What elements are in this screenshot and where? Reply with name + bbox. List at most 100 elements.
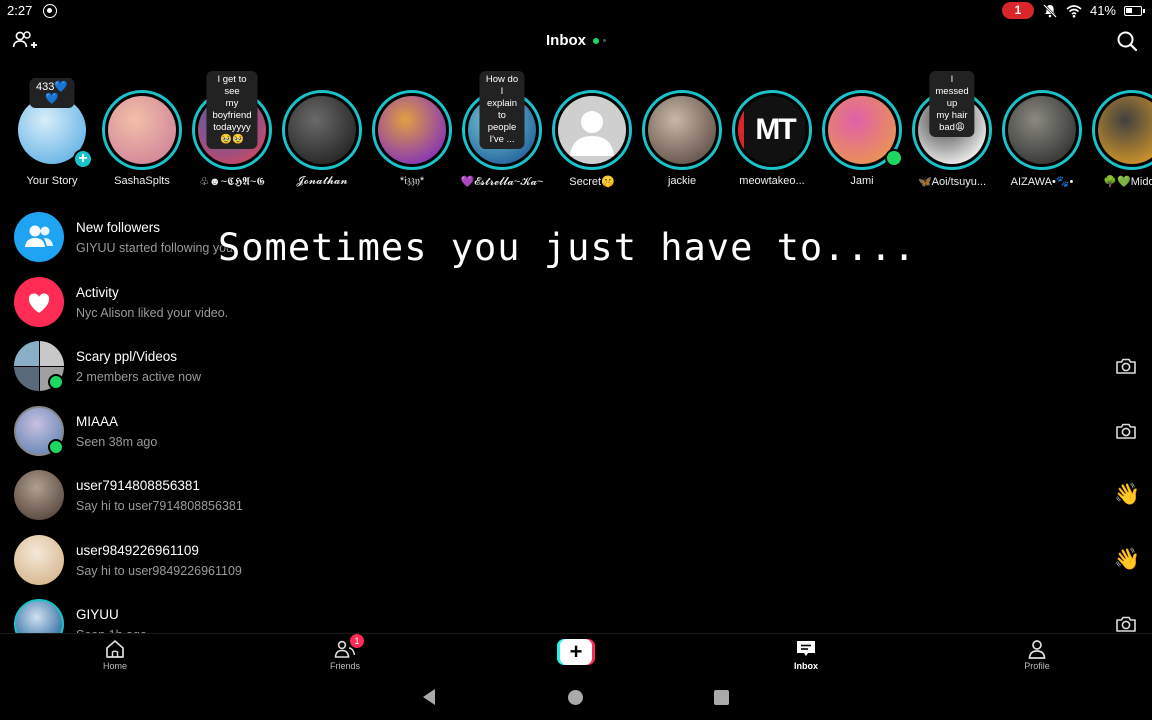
story-item[interactable]: 🌳💚Midori — [1087, 70, 1152, 190]
story-item[interactable]: I get to see my boyfriend todayyyy🥹🥹 ♧☻~𝕮… — [187, 70, 277, 190]
online-indicator — [885, 149, 903, 167]
row-title: New followers — [76, 220, 161, 235]
friends-icon-wrap: 1 — [334, 634, 364, 660]
online-indicator — [48, 374, 64, 390]
row-title: MIAAA — [76, 413, 119, 429]
story-item[interactable]: Secret🤫 — [547, 70, 637, 190]
nav-inbox[interactable]: Inbox — [766, 638, 846, 674]
inbox-row[interactable]: user7914808856381 Say hi to user791480885… — [0, 463, 1152, 527]
row-title: Scary ppl/Videos — [76, 349, 178, 364]
story-avatar — [1008, 96, 1076, 164]
status-dot-secondary — [603, 39, 606, 42]
story-item[interactable]: 433💙💙 + Your Story — [7, 70, 97, 190]
inbox-list: New followers GIYUU started following you… — [0, 205, 1152, 633]
story-item[interactable]: I messed up my hair bad😩 🦋Aoi/tsuyu... — [907, 70, 997, 190]
story-item[interactable]: MT meowtakeo... — [727, 70, 817, 190]
friends-badge: 1 — [350, 634, 364, 648]
row-title: user9849226961109 — [76, 542, 199, 558]
recents-icon[interactable] — [714, 690, 729, 705]
story-ring — [282, 90, 362, 170]
row-subtitle: Nyc Alison liked your video. — [76, 305, 229, 320]
inbox-row[interactable]: GIYUUSeen 1h ago — [0, 592, 1152, 633]
back-icon[interactable] — [423, 689, 435, 705]
story-username: Secret🤫 — [569, 176, 615, 188]
story-item[interactable]: Jami — [817, 70, 907, 190]
row-subtitle: Say hi to user9849226961109 — [76, 563, 242, 578]
story-username: *𝔦𝔷𝔷𝔶* — [399, 175, 425, 187]
create-button[interactable]: + — [557, 639, 595, 665]
story-note-bubble[interactable]: I get to see my boyfriend todayyyy🥹🥹 — [206, 71, 258, 149]
story-item[interactable]: How do I explain to people I've ... 💜𝓔𝓼𝓽𝓻… — [457, 70, 547, 190]
story-ring: MT — [732, 90, 812, 170]
status-bar: 2:27 1 41% — [0, 0, 1152, 22]
story-avatar — [558, 96, 626, 164]
row-subtitle: Say hi to user7914808856381 — [76, 499, 243, 513]
story-item[interactable]: AIZAWA•🐾• — [997, 70, 1087, 190]
user-avatar — [14, 470, 64, 520]
row-subtitle: 2 members active now — [76, 370, 202, 384]
search-icon[interactable] — [1116, 30, 1138, 52]
camera-icon[interactable] — [1114, 419, 1138, 443]
story-note-bubble[interactable]: I messed up my hair bad😩 — [929, 71, 975, 137]
battery-icon — [1124, 5, 1145, 16]
row-title: user7914808856381 — [76, 478, 200, 493]
inbox-row[interactable]: Activity Nyc Alison liked your video. — [0, 270, 1152, 334]
status-time: 2:27 — [7, 3, 33, 18]
story-item[interactable]: jackie — [637, 70, 727, 190]
inbox-row[interactable]: user9849226961109 Say hi to user984922696… — [0, 528, 1152, 592]
nav-home[interactable]: Home — [75, 638, 155, 674]
story-item[interactable]: 𝓙𝓸𝓷𝓪𝓽𝓱𝓪𝓷 — [277, 70, 367, 190]
stories-row: 433💙💙 + Your Story SashaSplts I get to see m… — [0, 70, 1152, 195]
story-avatar — [108, 96, 176, 164]
row-subtitle: Seen 38m ago — [76, 434, 158, 449]
story-note-bubble[interactable]: How do I explain to people I've ... — [479, 71, 525, 149]
nav-home-label: Home — [102, 661, 127, 671]
plus-icon: + — [560, 639, 592, 665]
story-item[interactable]: SashaSplts — [97, 70, 187, 190]
activity-heart-icon — [14, 276, 64, 327]
nav-profile-label: Profile — [1024, 661, 1050, 671]
nav-friends-label: Friends — [329, 661, 360, 671]
mute-bell-icon — [1043, 3, 1057, 18]
story-note-bubble[interactable]: 433💙💙 — [29, 78, 75, 108]
wave-icon[interactable]: 👋 — [1114, 483, 1140, 507]
story-username: jackie — [667, 175, 697, 187]
nav-profile[interactable]: Profile — [997, 638, 1077, 674]
story-username: 🦋Aoi/tsuyu... — [917, 176, 987, 188]
inbox-row[interactable]: MIAAA Seen 38m ago — [0, 399, 1152, 463]
story-ring — [642, 90, 722, 170]
story-ring — [372, 90, 452, 170]
story-username: ♧☻~𝕮𝕳𝕬~𝕲 — [199, 176, 265, 188]
row-title: Activity — [76, 284, 119, 300]
story-username: SashaSplts — [114, 175, 170, 187]
story-username: AIZAWA•🐾• — [1010, 176, 1074, 188]
online-status-dot[interactable] — [593, 37, 599, 44]
inbox-row[interactable]: Scary ppl/Videos 2 members active now — [0, 334, 1152, 398]
row-title: GIYUU — [76, 607, 119, 622]
user-avatar — [14, 534, 64, 585]
camera-icon[interactable] — [1114, 354, 1138, 378]
page-title: Inbox — [546, 32, 586, 49]
home-circle-icon[interactable] — [568, 690, 583, 705]
nav-friends[interactable]: 1 Friends — [305, 634, 385, 674]
notification-count-badge: 1 — [1001, 2, 1034, 19]
story-ring — [102, 90, 182, 170]
bottom-nav: Home 1 Friends + Inbox Profile — [0, 633, 1152, 676]
nav-inbox-label: Inbox — [794, 661, 818, 671]
video-caption-overlay: Sometimes you just have to.... — [218, 226, 917, 269]
online-indicator — [48, 438, 64, 455]
page-title-wrap: Inbox — [0, 32, 1152, 49]
profile-icon — [1028, 640, 1046, 659]
camera-icon[interactable] — [1114, 612, 1138, 633]
status-icons: 1 41% — [1001, 2, 1145, 19]
story-username: Your Story — [26, 175, 78, 187]
default-avatar-icon — [570, 111, 614, 156]
story-item[interactable]: *𝔦𝔷𝔷𝔶* — [367, 70, 457, 190]
wave-icon[interactable]: 👋 — [1114, 548, 1140, 572]
story-username: 💜𝓔𝓼𝓽𝓻𝓮𝓵𝓵𝓪~𝓚𝓪~ — [460, 176, 544, 188]
user-avatar — [14, 599, 64, 633]
new-followers-icon — [14, 212, 64, 262]
battery-level: 41% — [1089, 3, 1116, 18]
story-username: Jami — [850, 175, 874, 187]
add-story-plus-icon[interactable]: + — [73, 149, 93, 169]
